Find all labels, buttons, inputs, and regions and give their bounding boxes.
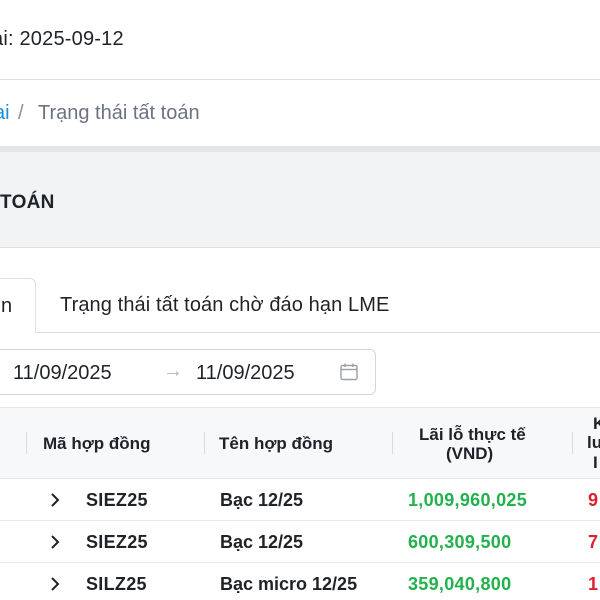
section-header: TOÁN (0, 146, 600, 248)
tab-settlement-lme[interactable]: Trạng thái tất toán chờ đáo hạn LME (60, 294, 389, 317)
cell-pnl: 359,040,800 (408, 574, 512, 594)
column-header-extra-1: K (593, 414, 600, 433)
date-from-input[interactable]: 11/09/2025 (13, 362, 112, 385)
cell-extra: 7 (588, 532, 599, 552)
column-header-pnl[interactable]: Lãi lỗ thực tế (419, 425, 526, 445)
column-separator (392, 432, 393, 454)
tab-settlement-status[interactable]: n (0, 278, 36, 334)
column-separator (26, 432, 27, 454)
cell-pnl: 1,009,960,025 (408, 490, 528, 510)
table-row[interactable]: SIEZ25 Bạc 12/25 1,009,960,025 9 (0, 479, 600, 521)
cell-extra: 1 (588, 574, 599, 594)
cell-code: SIEZ25 (86, 490, 148, 510)
column-header-extra-3: I (593, 453, 598, 472)
chevron-right-icon[interactable] (48, 533, 62, 551)
date-range-picker[interactable]: 11/09/2025 → 11/09/2025 (0, 349, 376, 395)
table-row[interactable]: SIEZ25 Bạc 12/25 600,309,500 7 (0, 521, 600, 563)
cell-name: Bạc micro 12/25 (220, 574, 358, 594)
header-date-text: ai: 2025-09-12 (0, 28, 124, 50)
date-to-input[interactable]: 11/09/2025 (196, 362, 295, 385)
chevron-right-icon[interactable] (48, 491, 62, 509)
column-header-name[interactable]: Tên hợp đồng (219, 434, 333, 454)
column-separator (204, 432, 205, 454)
breadcrumb-separator: / (18, 102, 24, 124)
chevron-right-icon[interactable] (48, 575, 62, 593)
column-header-code[interactable]: Mã hợp đồng (43, 434, 150, 454)
cell-name: Bạc 12/25 (220, 490, 304, 510)
breadcrumb: ai / Trạng thái tất toán (0, 80, 600, 146)
column-header-pnl-unit: (VND) (446, 444, 494, 463)
column-header-extra-2: lu (587, 433, 600, 452)
cell-name: Bạc 12/25 (220, 532, 304, 552)
column-separator (572, 432, 573, 454)
breadcrumb-current: Trạng thái tất toán (38, 102, 200, 124)
cell-extra: 9 (588, 490, 599, 510)
cell-pnl: 600,309,500 (408, 532, 512, 552)
breadcrumb-prev-link[interactable]: ai (0, 102, 10, 125)
tab-underline (0, 332, 600, 333)
tab-label: n (1, 295, 13, 317)
cell-code: SIEZ25 (86, 532, 148, 552)
range-arrow-icon: → (163, 360, 183, 382)
page-title: TOÁN (0, 192, 55, 213)
cell-code: SILZ25 (86, 574, 147, 594)
calendar-icon[interactable] (339, 362, 359, 382)
table-header: Mã hợp đồng Tên hợp đồng Lãi lỗ thực tế … (0, 407, 600, 479)
table-row[interactable]: SILZ25 Bạc micro 12/25 359,040,800 1 (0, 563, 600, 600)
header-date-bar: ai: 2025-09-12 (0, 0, 600, 80)
tab-bar: n Trạng thái tất toán chờ đáo hạn LME (0, 248, 600, 334)
